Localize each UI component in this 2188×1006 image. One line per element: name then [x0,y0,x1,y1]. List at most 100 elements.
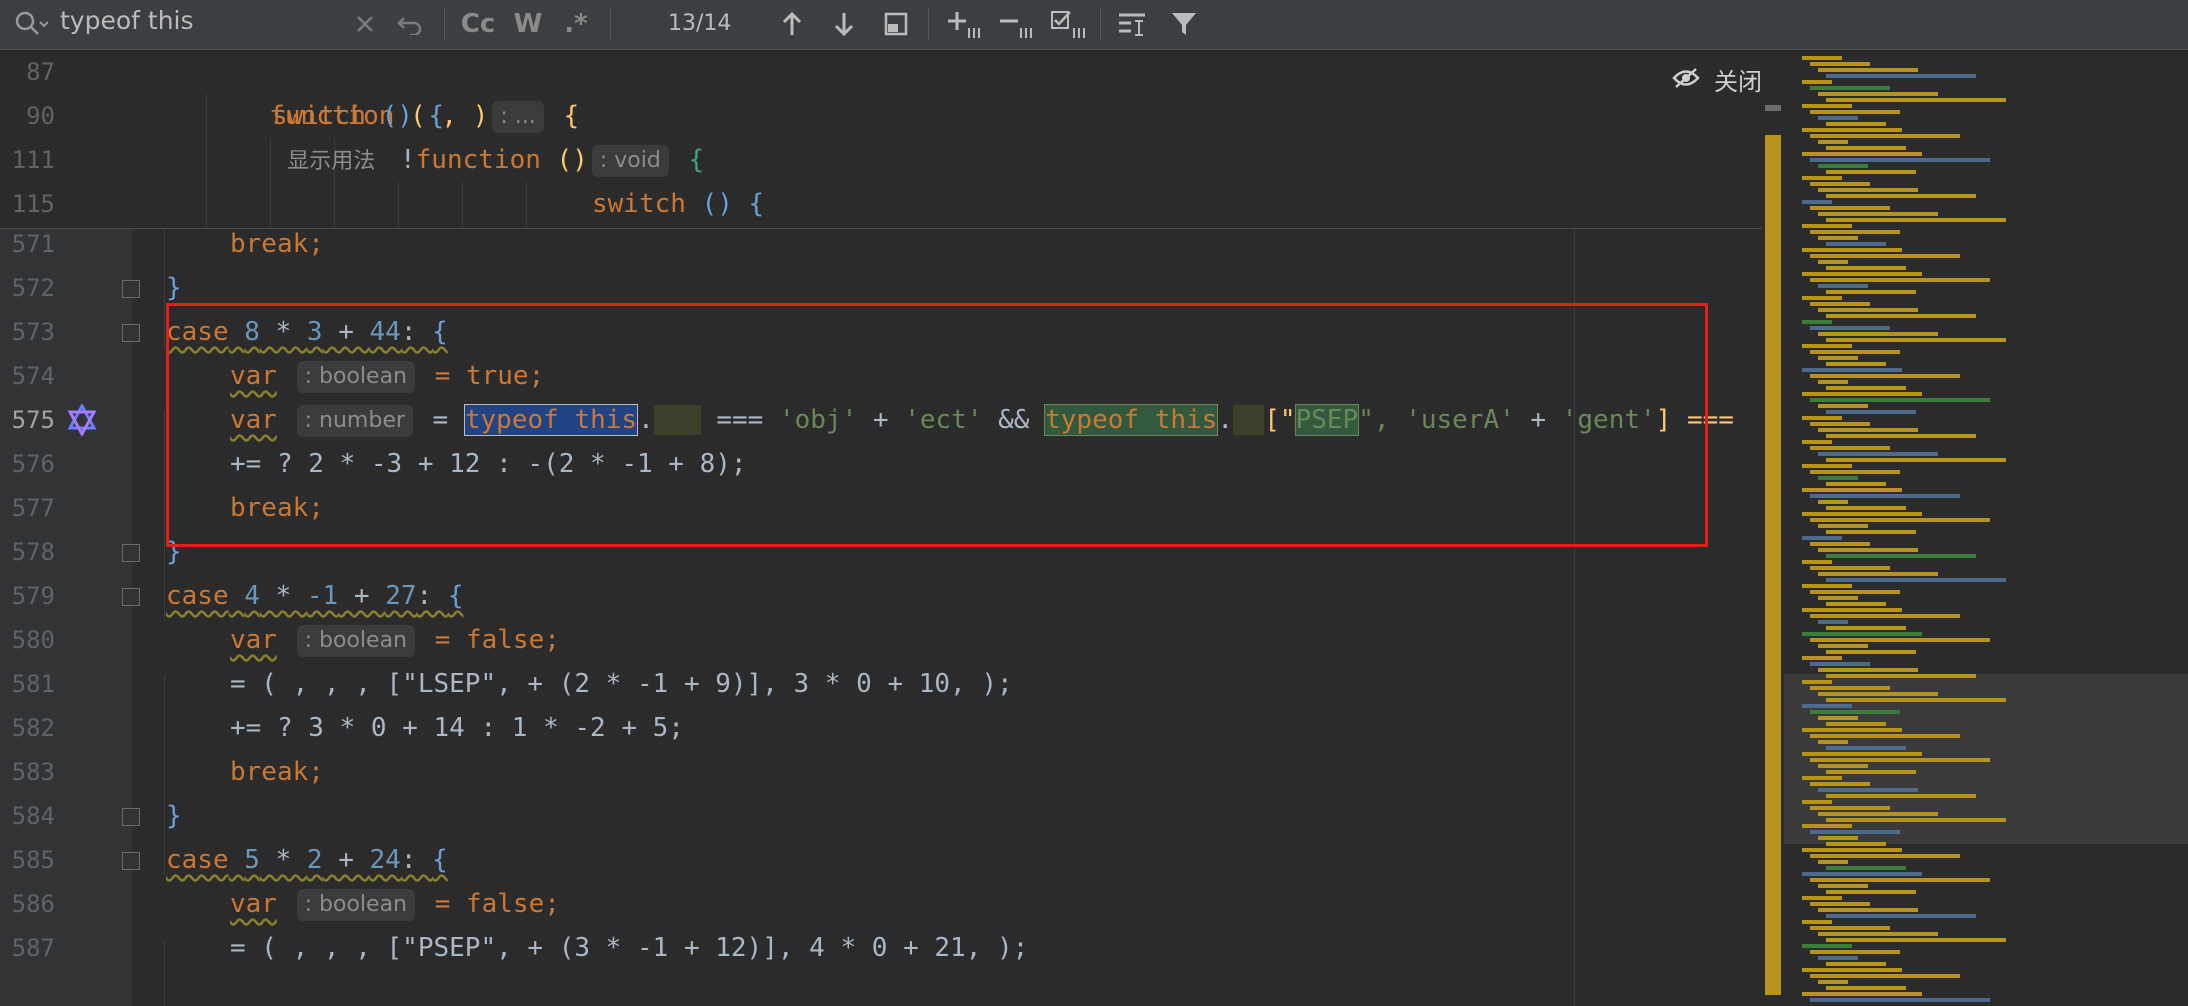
minimap-line [1810,86,1890,90]
whole-words-button[interactable]: W [510,8,546,40]
code-line[interactable]: 585 case 5 * 2 + 24: { [0,838,1762,882]
minimap-line [1818,452,1938,456]
minimap-line [1810,974,1960,978]
minimap-line [1810,806,1890,810]
code-line[interactable]: 579 case 4 * -1 + 27: { [0,574,1762,618]
minimap-line [1826,986,1906,990]
minimap-line [1826,698,2006,702]
minimap-line [1826,770,1916,774]
vertical-scrollbar[interactable] [1762,50,1784,1006]
minimap-line [1802,104,1852,108]
code-line[interactable]: 582 += ? 3 * 0 + 14 : 1 * -2 + 5; [0,706,1762,750]
minimap-line [1802,656,1842,660]
minimap-line [1810,470,1900,474]
minimap-line [1818,284,1868,288]
fold-toggle-icon[interactable] [122,280,140,298]
minimap-line [1818,188,1918,192]
minimap-line [1826,98,2006,102]
search-icon[interactable] [14,10,49,38]
minimap-line [1802,944,1852,948]
minimap-line [1810,854,1960,858]
minimap-line [1818,980,1848,984]
minimap-line [1826,554,1976,558]
minimap-line [1818,596,1858,600]
minimap-line [1826,626,1906,630]
minimap-line [1802,320,1832,324]
filter-icon[interactable] [1166,8,1202,40]
minimap-line [1802,512,1922,516]
minimap-line [1810,302,1870,306]
toolbar-divider [444,8,445,40]
minimap-line [1810,566,1890,570]
code-minimap[interactable] [1784,50,2188,1006]
minimap-line [1826,314,1976,318]
minimap-line [1826,890,1916,894]
toolbar-divider [610,8,611,40]
remove-occurrence-icon[interactable] [996,8,1036,40]
sticky-scroll-header[interactable]: 87 function ( , ): ... { 显示用法 90 switch … [0,50,1762,229]
sticky-line[interactable]: 87 function ( , ): ... { 显示用法 [0,50,1762,174]
code-line[interactable]: 580 var : boolean = false; [0,618,1762,662]
minimap-line [1818,500,1848,504]
fold-toggle-icon[interactable] [122,852,140,870]
previous-occurrence-icon[interactable] [776,8,808,40]
minimap-line [1802,752,1922,756]
open-in-window-icon[interactable] [880,8,912,40]
minimap-line [1810,662,1870,666]
minimap-line [1818,812,1938,816]
fold-toggle-icon[interactable] [122,588,140,606]
search-history-icon[interactable] [392,8,426,40]
minimap-line [1810,182,1870,186]
code-line[interactable]: 581 = ( , , , ["LSEP", + (2 * -1 + 9)], … [0,662,1762,706]
clear-search-icon[interactable] [350,8,380,40]
minimap-line [1802,248,1902,252]
sticky-line[interactable]: 111 !function (): void { [0,138,1762,182]
minimap-line [1818,836,1858,840]
fold-toggle-icon[interactable] [122,808,140,826]
match-case-button[interactable]: Cc [458,8,498,40]
code-line[interactable]: 583 break; [0,750,1762,794]
minimap-line [1810,350,1900,354]
type-hint: : boolean [296,624,415,657]
select-all-occurrences-icon[interactable] [1048,8,1088,40]
minimap-line [1826,74,1976,78]
minimap-line [1802,728,1902,732]
code-line[interactable]: 587 = ( , , , ["PSEP", + (3 * -1 + 12)],… [0,926,1762,970]
minimap-line [1810,758,1990,762]
minimap-line [1818,308,1918,312]
next-occurrence-icon[interactable] [828,8,860,40]
code-line[interactable]: 586 var : boolean = false; [0,882,1762,926]
minimap-line [1826,674,1976,678]
minimap-line [1818,716,1858,720]
minimap-line [1802,392,1922,396]
minimap-line [1810,62,1870,66]
regex-button[interactable]: .* [558,8,594,40]
minimap-line [1818,380,1848,384]
sticky-line[interactable]: 90 switch () { [0,94,1762,138]
minimap-line [1810,830,1900,834]
eye-off-icon[interactable] [1672,67,1700,93]
sticky-line[interactable]: 115 switch () { [0,182,1762,226]
fold-toggle-icon[interactable] [122,324,140,342]
ai-assistant-icon[interactable] [66,402,98,440]
minimap-line [1826,506,1906,510]
filter-in-selection-icon[interactable] [1114,8,1150,40]
find-toolbar: typeof this Cc W .* 13/14 [0,0,2188,50]
type-hint: : boolean [296,888,415,921]
minimap-line [1818,884,1868,888]
minimap-line [1802,848,1902,852]
minimap-line [1802,56,1842,60]
minimap-line [1802,920,1832,924]
minimap-line [1826,482,1886,486]
reader-mode-close[interactable]: 关闭 [1672,62,1762,97]
minimap-line [1818,620,1848,624]
add-occurrence-icon[interactable] [944,8,984,40]
minimap-line [1826,218,2006,222]
minimap-line [1810,494,1960,498]
minimap-line [1802,632,1922,636]
fold-toggle-icon[interactable] [122,544,140,562]
search-input[interactable]: typeof this [60,6,194,35]
scrollbar-markers[interactable] [1765,135,1781,995]
code-line[interactable]: 584 } [0,794,1762,838]
close-label[interactable]: 关闭 [1714,62,1762,97]
